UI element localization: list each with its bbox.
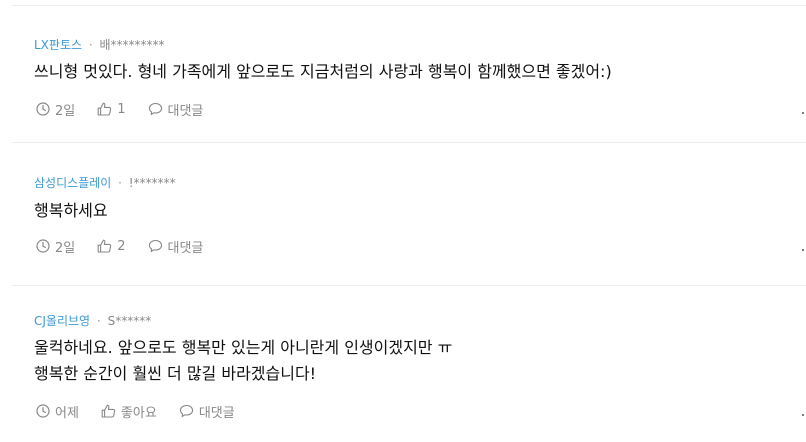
thumbs-up-icon xyxy=(97,102,112,116)
like-label: 좋아요 xyxy=(120,405,157,421)
comment-meta: CJ올리브영 · S****** xyxy=(34,314,151,328)
reply-button[interactable]: 대댓글 xyxy=(148,100,204,119)
comment-text: 쓰니형 멋있다. 형네 가족에게 앞으로도 지금처럼의 사랑과 행복이 함께했으… xyxy=(34,59,612,85)
comment-text-line: 행복한 순간이 훨씬 더 많길 바라겠습니다! xyxy=(34,364,317,383)
thumbs-up-icon xyxy=(101,404,116,418)
speech-bubble-icon xyxy=(148,239,162,253)
comment-item: CJ올리브영 · S****** 울컥하네요. 앞으로도 행복만 있는게 아니란… xyxy=(12,285,806,442)
more-options-icon[interactable] xyxy=(802,112,804,114)
more-options-icon[interactable] xyxy=(802,414,804,416)
company-name: LX판토스 xyxy=(34,38,83,52)
comment-actions: 어제 좋아요 대댓글 xyxy=(36,402,257,421)
speech-bubble-icon xyxy=(148,102,162,116)
like-count: 1 xyxy=(117,101,126,117)
like-button[interactable]: 좋아요 xyxy=(101,402,157,421)
comment-text: 울컥하네요. 앞으로도 행복만 있는게 아니란게 인생이겠지만 ㅠ 행복한 순간… xyxy=(34,335,452,387)
like-button[interactable]: 2 xyxy=(97,238,126,254)
author-name: S****** xyxy=(107,314,152,328)
comment-meta: LX판토스 · 배********* xyxy=(34,38,165,52)
comment-item: 삼성디스플레이 · !******* 행복하세요 2일 2 대댓글 xyxy=(12,142,806,285)
clock-icon xyxy=(36,239,50,253)
company-name: 삼성디스플레이 xyxy=(34,176,112,190)
timestamp: 어제 xyxy=(36,402,79,421)
comment-actions: 2일 2 대댓글 xyxy=(36,237,225,256)
clock-icon xyxy=(36,102,50,116)
speech-bubble-icon xyxy=(179,404,193,418)
comment-text-line: 울컥하네요. 앞으로도 행복만 있는게 아니란게 인생이겠지만 ㅠ xyxy=(34,338,453,357)
comment-item: LX판토스 · 배********* 쓰니형 멋있다. 형네 가족에게 앞으로도… xyxy=(12,5,806,142)
reply-button[interactable]: 대댓글 xyxy=(179,402,235,421)
reply-button[interactable]: 대댓글 xyxy=(148,237,204,256)
reply-label: 대댓글 xyxy=(167,103,204,119)
timestamp-label: 2일 xyxy=(55,103,76,119)
thumbs-up-icon xyxy=(97,239,112,253)
reply-label: 대댓글 xyxy=(198,405,235,421)
comment-text-line: 행복하세요 xyxy=(34,201,108,220)
timestamp: 2일 xyxy=(36,100,75,119)
timestamp-label: 어제 xyxy=(55,405,79,421)
like-count: 2 xyxy=(117,238,126,254)
meta-separator: · xyxy=(88,38,93,52)
comment-text: 행복하세요 xyxy=(34,198,108,224)
meta-separator: · xyxy=(96,314,101,328)
author-name: !******* xyxy=(128,176,176,190)
comment-list: LX판토스 · 배********* 쓰니형 멋있다. 형네 가족에게 앞으로도… xyxy=(0,0,806,442)
company-name: CJ올리브영 xyxy=(34,314,91,328)
reply-label: 대댓글 xyxy=(167,240,204,256)
more-options-icon[interactable] xyxy=(802,249,804,251)
timestamp: 2일 xyxy=(36,237,75,256)
timestamp-label: 2일 xyxy=(55,240,76,256)
comment-meta: 삼성디스플레이 · !******* xyxy=(34,176,176,190)
like-button[interactable]: 1 xyxy=(97,101,126,117)
comment-text-line: 쓰니형 멋있다. 형네 가족에게 앞으로도 지금처럼의 사랑과 행복이 함께했으… xyxy=(34,62,612,81)
clock-icon xyxy=(36,404,50,418)
author-name: 배********* xyxy=(99,38,165,52)
comment-actions: 2일 1 대댓글 xyxy=(36,100,225,119)
meta-separator: · xyxy=(118,176,122,190)
